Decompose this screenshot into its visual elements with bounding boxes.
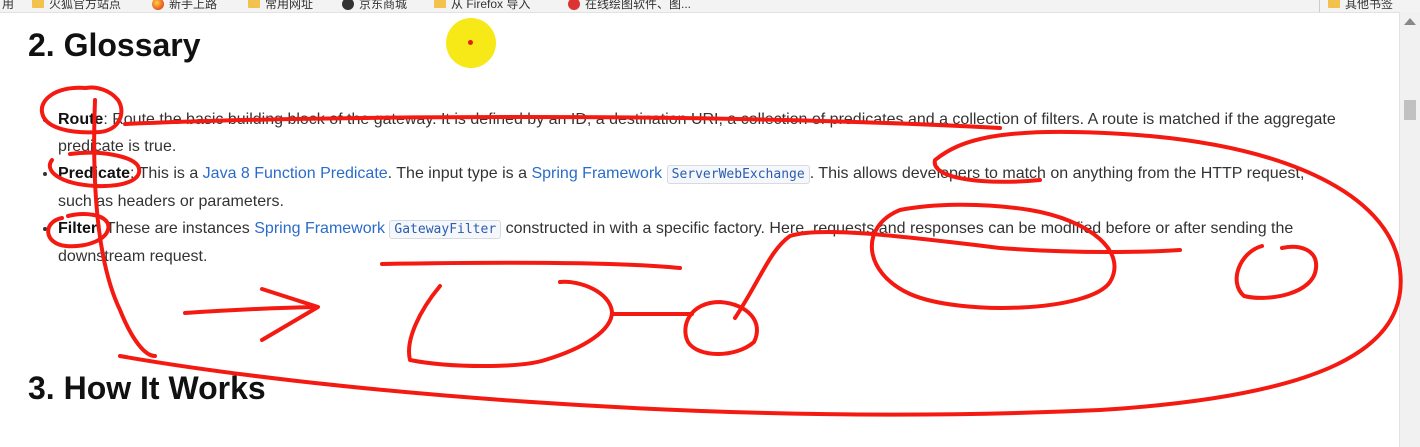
bookmark-label: 用 [2,0,15,11]
glossary-item-predicate: Predicate: This is a Java 8 Function Pre… [58,160,1338,215]
how-it-works-heading: 3. How It Works [28,370,266,406]
glossary-heading: 2. Glossary [28,27,201,63]
scroll-up-arrow-icon[interactable] [1404,18,1416,25]
cursor-highlight [446,18,496,68]
glossary-item-filter: Filter: These are instances Spring Frame… [58,215,1338,270]
bookmark-item[interactable]: 京东商城 [342,0,407,12]
term-filter: Filter [58,220,98,237]
bookmark-label: 从 Firefox 导入 [451,0,531,11]
page-content: 2. Glossary Route: Route the basic build… [0,12,1400,447]
route-description: : Route the basic building block of the … [58,111,1336,155]
other-bookmarks-label: 其他书签 [1345,0,1394,11]
server-web-exchange-code: ServerWebExchange [666,165,810,184]
bookmark-label: 常用网址 [265,0,314,11]
jd-icon [342,0,354,10]
vertical-scrollbar[interactable] [1399,12,1420,447]
cursor-dot [468,40,473,45]
spring-framework-link[interactable]: Spring Framework [531,165,662,182]
tool-icon [568,0,580,10]
folder-icon [248,0,260,8]
bookmark-item[interactable]: 用 [2,0,14,12]
predicate-text: . The input type is a [387,165,532,182]
bookmark-label: 火狐官方站点 [49,0,122,11]
glossary-item-route: Route: Route the basic building block of… [58,106,1338,160]
term-route: Route [58,111,104,128]
bookmark-label: 在线绘图软件、图... [585,0,692,11]
spring-framework-link[interactable]: Spring Framework [254,220,385,237]
bookmark-item[interactable]: 新手上路 [152,0,217,12]
filter-text: : These are instances [97,220,255,237]
bookmark-item[interactable]: 常用网址 [248,0,313,12]
bookmark-item[interactable]: 在线绘图软件、图... [568,0,691,12]
bookmark-label: 京东商城 [359,0,408,11]
predicate-text: : This is a [130,165,203,182]
bookmark-item[interactable]: 从 Firefox 导入 [434,0,530,12]
bookmark-separator [1319,0,1320,12]
firefox-icon [152,0,164,10]
scrollbar-thumb[interactable] [1404,100,1416,120]
gateway-filter-code: GatewayFilter [389,220,502,239]
java8-predicate-link[interactable]: Java 8 Function Predicate [203,165,388,182]
term-predicate: Predicate [58,165,131,182]
folder-icon [1328,0,1340,8]
bookmark-item[interactable]: 火狐官方站点 [32,0,121,12]
folder-icon [32,0,44,8]
other-bookmarks[interactable]: 其他书签 [1328,0,1393,12]
glossary-list: Route: Route the basic building block of… [34,106,1338,270]
bookmark-label: 新手上路 [169,0,218,11]
folder-icon [434,0,446,8]
